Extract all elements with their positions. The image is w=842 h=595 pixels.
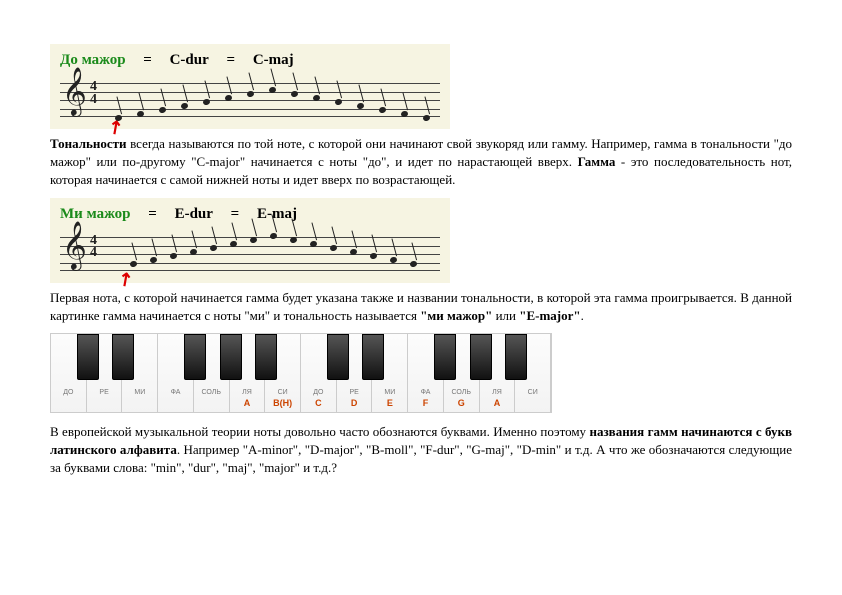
- key-label-latin: D: [337, 397, 372, 410]
- black-key: [184, 334, 206, 380]
- para2-tail: .: [581, 308, 584, 323]
- time-signature: 4 4: [90, 235, 97, 260]
- black-key: [362, 334, 384, 380]
- para2-bold1: "ми мажор": [420, 308, 492, 323]
- score-c-title: До мажор = C-dur = C-maj: [60, 50, 440, 71]
- para2-mid: или: [492, 308, 519, 323]
- key-alt1: C-dur: [170, 52, 209, 68]
- equals-sign: =: [148, 206, 157, 222]
- key-label-latin: G: [444, 397, 479, 410]
- treble-clef-icon: 𝄞: [62, 225, 87, 267]
- staff: 𝄞 4 4 ↗: [60, 75, 440, 125]
- key-alt2: C-maj: [253, 52, 294, 68]
- key-label-latin: A: [230, 397, 265, 410]
- black-key: [77, 334, 99, 380]
- note: [422, 114, 430, 122]
- key-label-latin: A: [480, 397, 515, 410]
- black-key: [470, 334, 492, 380]
- key-label-ru: ФА: [158, 388, 193, 398]
- score-e-title: Ми мажор = E-dur = E-maj: [60, 204, 440, 225]
- key-name: Ми мажор: [60, 206, 131, 222]
- score-e-major: Ми мажор = E-dur = E-maj 𝄞 4 4 ↗: [50, 198, 450, 283]
- para3-text1: В европейской музыкальной теории ноты до…: [50, 424, 589, 439]
- key-label-ru: СИ: [515, 388, 550, 398]
- black-key: [327, 334, 349, 380]
- timesig-bot: 4: [90, 247, 97, 260]
- black-key: [505, 334, 527, 380]
- para2-bold2: "E-major": [519, 308, 580, 323]
- equals-sign: =: [143, 52, 152, 68]
- key-label-latin: E: [372, 397, 407, 410]
- key-label-ru: ДО: [51, 388, 86, 398]
- timesig-bot: 4: [90, 94, 97, 107]
- key-label-ru: СОЛЬ: [194, 388, 229, 398]
- term-gamma: Гамма: [578, 154, 616, 169]
- black-key: [255, 334, 277, 380]
- equals-sign: =: [227, 52, 236, 68]
- key-label-ru: РЕ: [87, 388, 122, 398]
- equals-sign: =: [231, 206, 240, 222]
- time-signature: 4 4: [90, 81, 97, 106]
- key-name: До мажор: [60, 52, 126, 68]
- black-key: [434, 334, 456, 380]
- paragraph-3: В европейской музыкальной теории ноты до…: [50, 423, 792, 478]
- paragraph-1: Тональности всегда называются по той нот…: [50, 135, 792, 190]
- key-label-latin: F: [408, 397, 443, 410]
- score-c-major: До мажор = C-dur = C-maj 𝄞 4 4 ↗: [50, 44, 450, 129]
- key-label-ru: МИ: [122, 388, 157, 398]
- key-label-latin: C: [301, 397, 336, 410]
- black-key: [112, 334, 134, 380]
- staff: 𝄞 4 4 ↗: [60, 229, 440, 279]
- key-alt1: E-dur: [175, 206, 213, 222]
- piano-keyboard: ДОРЕМИФАСОЛЬЛЯAСИB(H)ДОCРЕDМИEФАFСОЛЬGЛЯ…: [50, 333, 552, 413]
- black-key: [220, 334, 242, 380]
- key-label-latin: B(H): [265, 397, 300, 410]
- paragraph-2: Первая нота, с которой начинается гамма …: [50, 289, 792, 325]
- treble-clef-icon: 𝄞: [62, 71, 87, 113]
